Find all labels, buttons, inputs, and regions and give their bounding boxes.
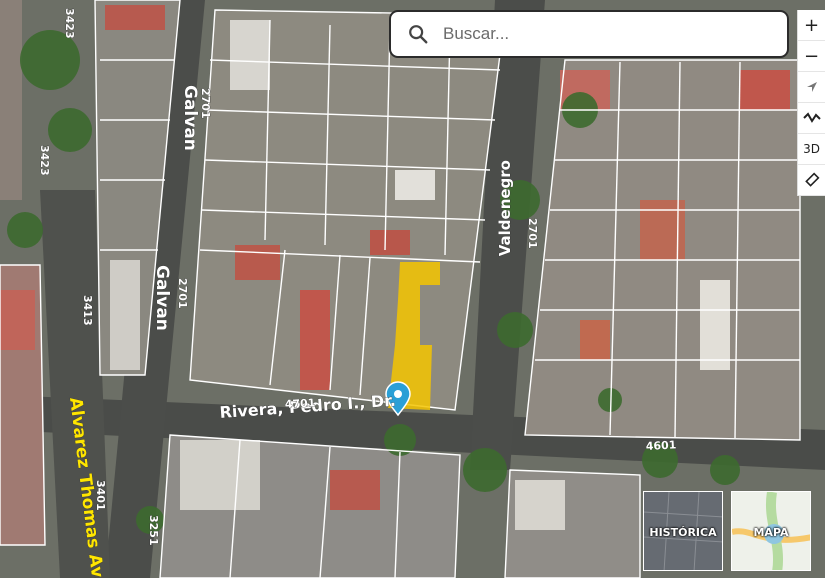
- street-label-3251: 3251: [147, 515, 160, 546]
- wave-icon: [802, 112, 821, 123]
- street-label-3423-b: 3423: [38, 145, 51, 176]
- layer-historica-thumbnail[interactable]: HISTÓRICA: [643, 491, 723, 571]
- street-label-galvan-1: Galvan: [180, 85, 200, 151]
- search-bar[interactable]: [389, 10, 789, 58]
- street-label-galvan-num-2: 2701: [176, 278, 189, 309]
- layer-historica-label: HISTÓRICA: [649, 526, 717, 539]
- street-label-3413: 3413: [81, 295, 94, 326]
- search-input[interactable]: [441, 23, 765, 45]
- compass-icon: [806, 82, 817, 92]
- zoom-out-button[interactable]: −: [798, 41, 825, 72]
- street-label-valdenegro: Valdenegro: [496, 160, 514, 256]
- street-label-3423-a: 3423: [63, 8, 76, 39]
- zoom-in-button[interactable]: +: [798, 10, 825, 41]
- terrain-button[interactable]: [798, 103, 825, 134]
- search-icon: [409, 25, 428, 44]
- street-label-galvan-2: Galvan: [152, 265, 172, 331]
- layer-mapa-label: MAPA: [753, 526, 789, 539]
- street-label-rivera-num-2: 4601: [645, 438, 676, 453]
- compass-button[interactable]: [798, 72, 825, 103]
- measure-button[interactable]: [798, 165, 825, 196]
- street-label-valdenegro-num: 2701: [526, 218, 539, 249]
- layer-mapa-thumbnail[interactable]: MAPA: [731, 491, 811, 571]
- street-label-galvan-num-1: 2701: [199, 88, 212, 119]
- view-3d-button[interactable]: 3D: [798, 134, 825, 165]
- street-label-rivera-num: 4701: [284, 396, 315, 411]
- map-controls: + − 3D: [797, 10, 825, 196]
- ruler-icon: [804, 172, 819, 187]
